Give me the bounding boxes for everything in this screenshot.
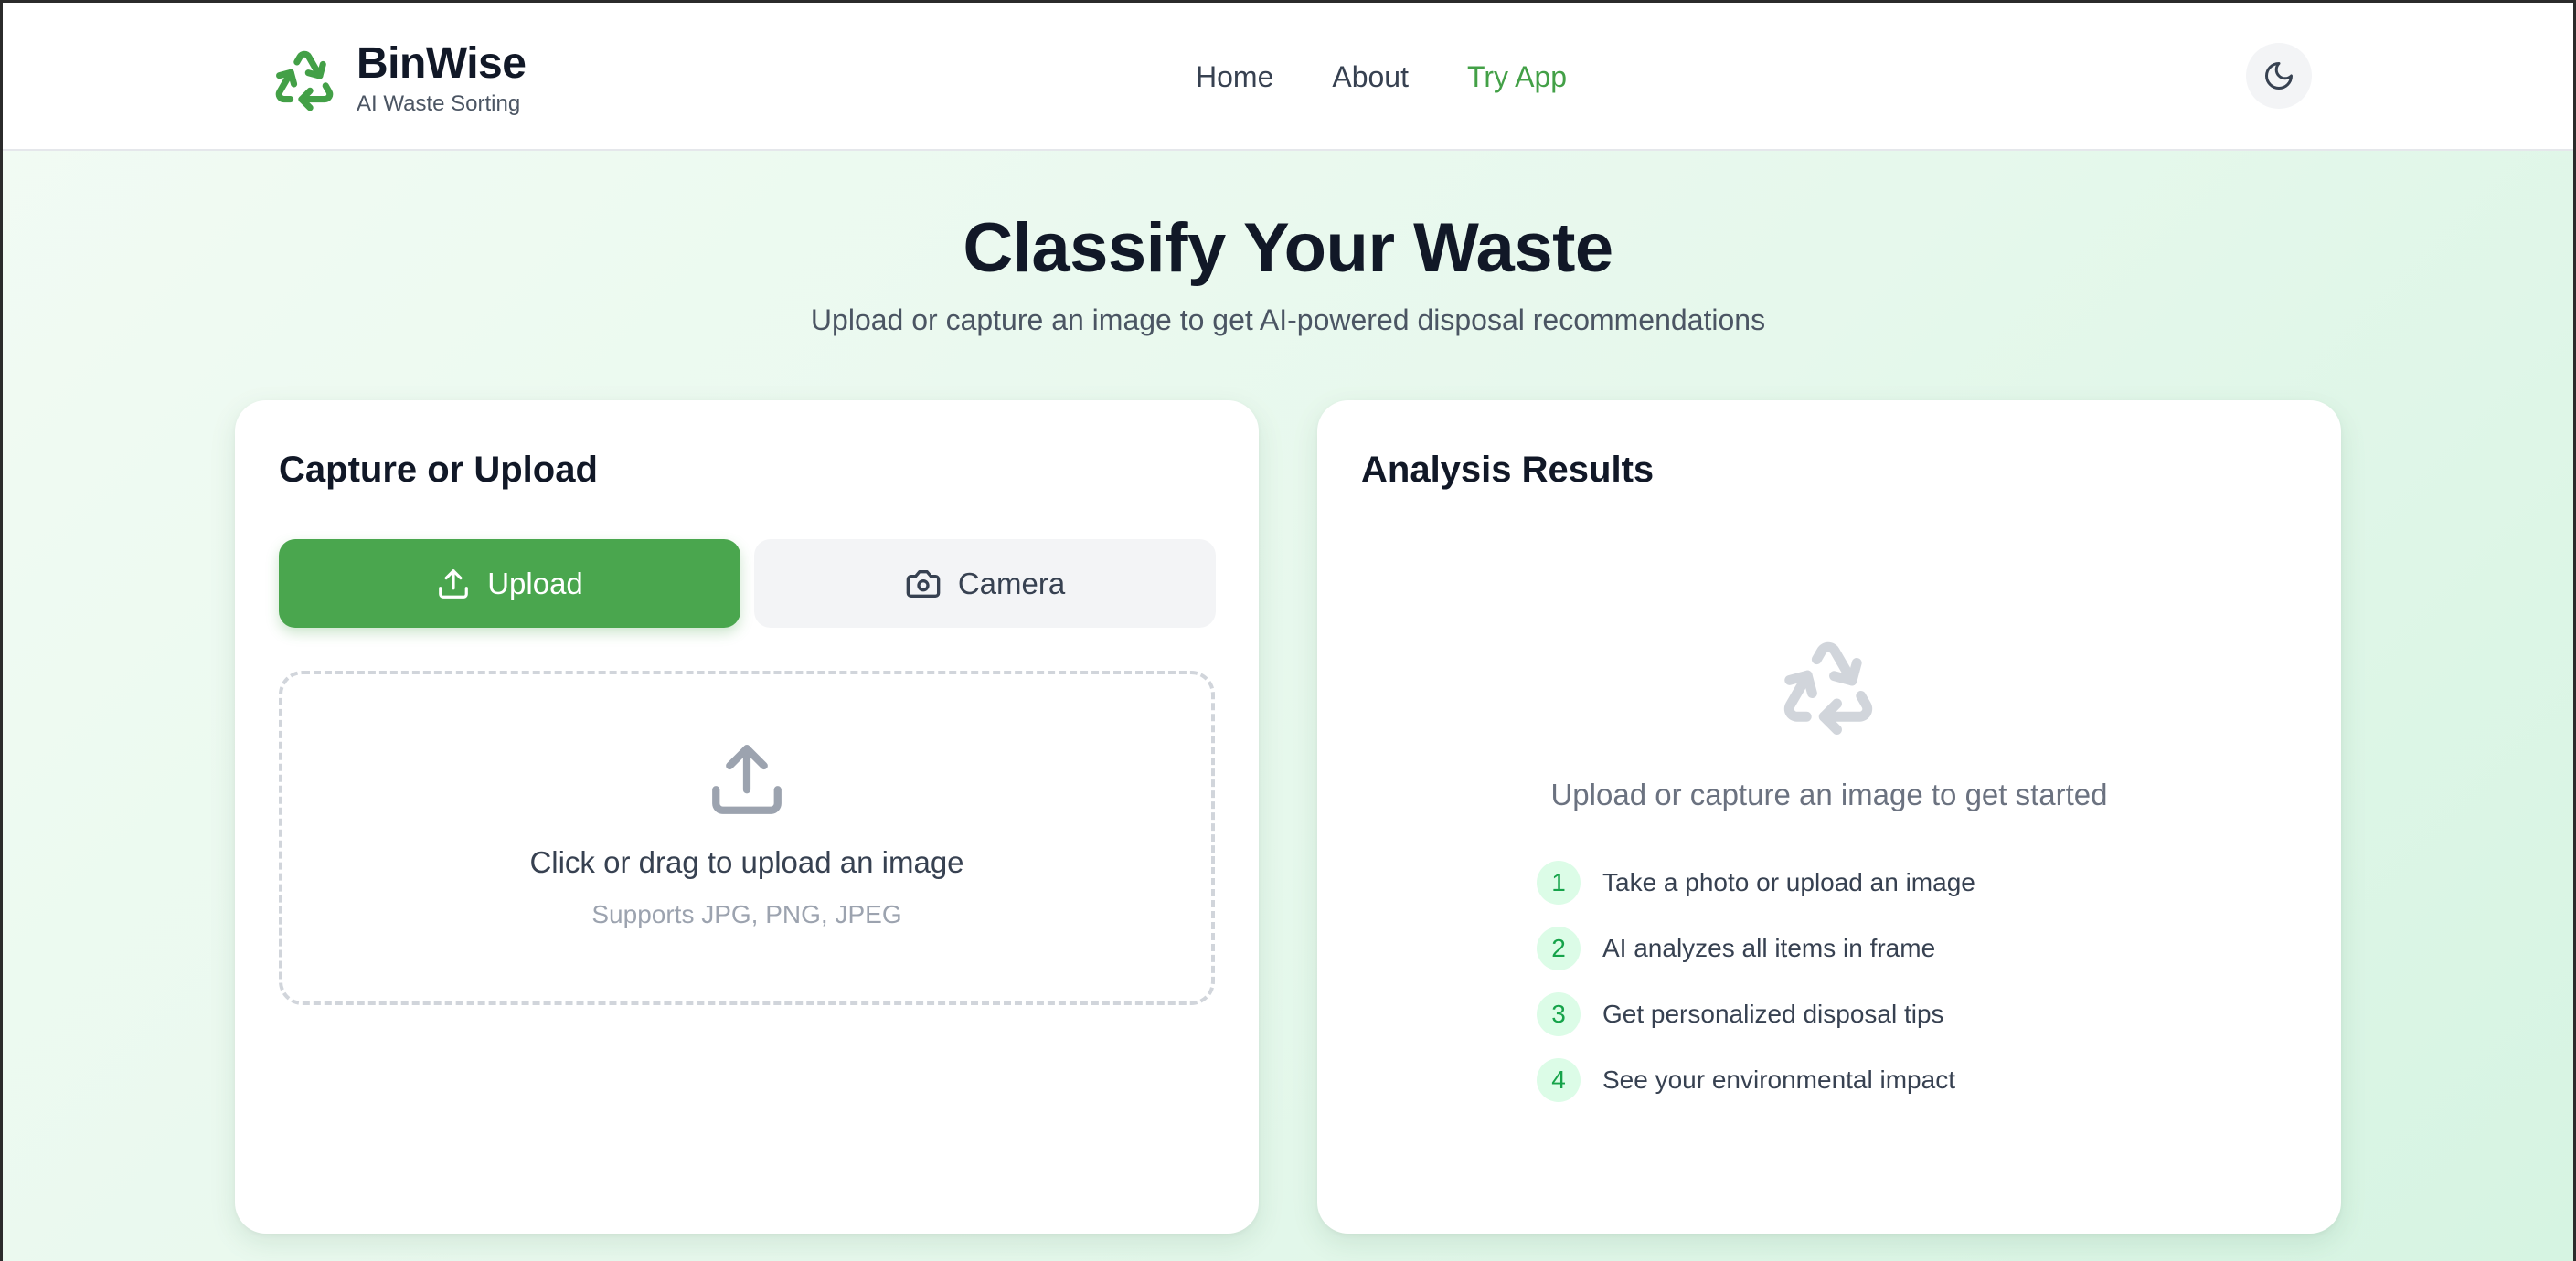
results-card: Analysis Results Upload or capture an im… bbox=[1317, 400, 2341, 1234]
recycle-icon bbox=[275, 50, 334, 111]
dropzone-title: Click or drag to upload an image bbox=[529, 845, 964, 879]
capture-card: Capture or Upload Upload Camera Click or… bbox=[235, 400, 1259, 1234]
capture-card-title: Capture or Upload bbox=[279, 450, 598, 490]
top-navbar: BinWise AI Waste Sorting Home About Try … bbox=[0, 0, 2576, 151]
step-text: AI analyzes all items in frame bbox=[1602, 934, 1936, 962]
step-number-badge: 3 bbox=[1537, 992, 1581, 1036]
brand[interactable]: BinWise AI Waste Sorting bbox=[271, 39, 527, 119]
main-nav: Home About Try App bbox=[1196, 57, 1567, 97]
upload-tab-button[interactable]: Upload bbox=[279, 539, 740, 628]
camera-icon bbox=[906, 569, 941, 598]
upload-dropzone[interactable]: Click or drag to upload an image Support… bbox=[279, 671, 1215, 1005]
page-subtitle: Upload or capture an image to get AI-pow… bbox=[810, 303, 1766, 336]
camera-tab-button[interactable]: Camera bbox=[754, 539, 1216, 628]
dropzone-hint: Supports JPG, PNG, JPEG bbox=[591, 900, 902, 928]
list-item: 3 Get personalized disposal tips bbox=[1537, 992, 1975, 1036]
nav-home-link[interactable]: Home bbox=[1196, 57, 1273, 97]
list-item: 1 Take a photo or upload an image bbox=[1537, 861, 1975, 905]
step-number-badge: 1 bbox=[1537, 861, 1581, 905]
step-number-badge: 4 bbox=[1537, 1058, 1581, 1102]
brand-name: BinWise bbox=[357, 39, 527, 88]
steps-list: 1 Take a photo or upload an image 2 AI a… bbox=[1537, 861, 1975, 1124]
brand-tagline: AI Waste Sorting bbox=[357, 91, 521, 116]
nav-try-app-link[interactable]: Try App bbox=[1467, 57, 1567, 97]
upload-tab-label: Upload bbox=[487, 566, 583, 600]
theme-toggle-button[interactable] bbox=[2246, 43, 2312, 109]
empty-state-message: Upload or capture an image to get starte… bbox=[1550, 778, 2108, 811]
results-card-title: Analysis Results bbox=[1361, 450, 1655, 490]
list-item: 4 See your environmental impact bbox=[1537, 1058, 1975, 1102]
recycle-icon bbox=[1783, 641, 1873, 735]
upload-icon bbox=[712, 745, 782, 814]
step-text: Get personalized disposal tips bbox=[1602, 1000, 1944, 1028]
list-item: 2 AI analyzes all items in frame bbox=[1537, 927, 1975, 970]
upload-icon bbox=[439, 568, 469, 599]
page-title: Classify Your Waste bbox=[963, 209, 1613, 287]
step-number-badge: 2 bbox=[1537, 927, 1581, 970]
moon-icon bbox=[2265, 62, 2293, 90]
camera-tab-label: Camera bbox=[957, 566, 1066, 600]
step-text: Take a photo or upload an image bbox=[1602, 868, 1975, 896]
step-text: See your environmental impact bbox=[1602, 1065, 1955, 1094]
nav-about-link[interactable]: About bbox=[1332, 57, 1409, 97]
